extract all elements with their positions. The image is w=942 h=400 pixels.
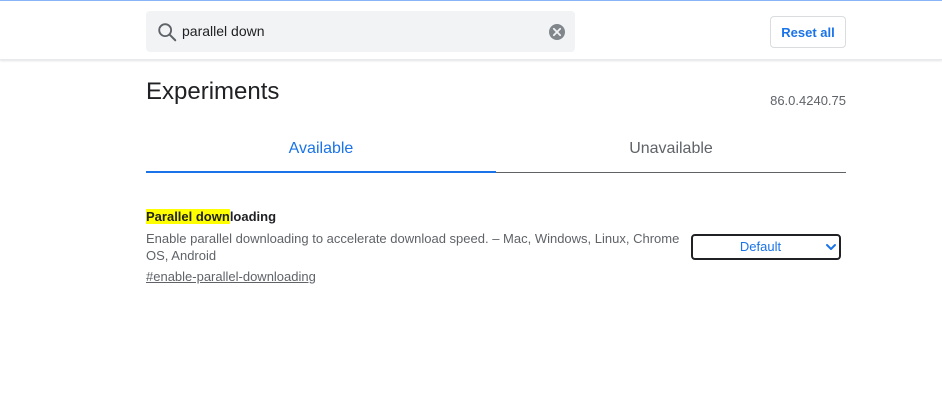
header-bar: parallel down Reset all: [0, 0, 942, 60]
experiment-description: Enable parallel downloading to accelerat…: [146, 231, 680, 263]
flags-page: parallel down Reset all Experiments 86.0…: [0, 0, 942, 400]
experiment-state-select[interactable]: Default: [691, 234, 841, 260]
tab-unavailable[interactable]: Unavailable: [496, 126, 846, 172]
tab-available[interactable]: Available: [146, 126, 496, 172]
reset-all-button[interactable]: Reset all: [770, 16, 846, 48]
experiment-permalink[interactable]: #enable-parallel-downloading: [146, 268, 316, 285]
search-input[interactable]: parallel down: [182, 22, 265, 40]
experiment-name-rest: loading: [229, 209, 277, 224]
tab-bar: Available Unavailable: [146, 126, 846, 174]
experiment-name: Parallel downloading: [146, 208, 276, 226]
page-title: Experiments: [146, 78, 280, 105]
clear-icon[interactable]: [548, 23, 566, 41]
select-value: Default: [739, 239, 782, 254]
search-box[interactable]: parallel down: [146, 11, 575, 52]
tab-divider: [496, 172, 846, 173]
chevron-down-icon: [826, 244, 836, 250]
active-tab-indicator: [146, 171, 496, 173]
search-match-highlight: Parallel down: [146, 209, 230, 224]
version-label: 86.0.4240.75: [770, 93, 846, 108]
search-icon: [158, 23, 177, 42]
